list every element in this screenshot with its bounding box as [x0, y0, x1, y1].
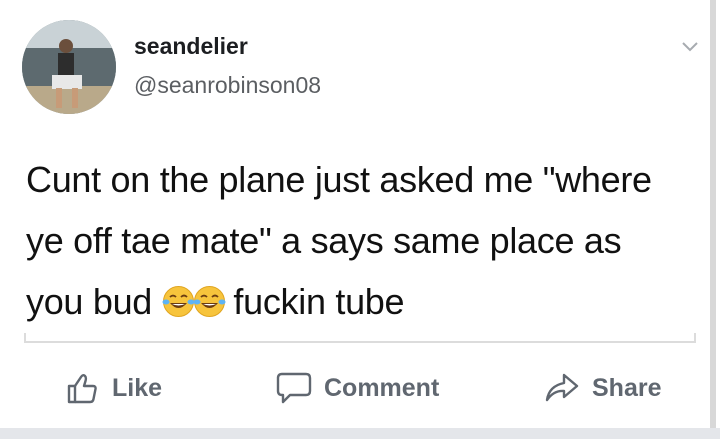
comment-button[interactable]: Comment	[276, 370, 439, 406]
chevron-down-icon[interactable]	[681, 40, 699, 54]
like-button[interactable]: Like	[66, 370, 162, 406]
avatar[interactable]	[22, 20, 116, 114]
divider	[24, 333, 696, 343]
post-text-line-3-start: you bud	[26, 281, 162, 322]
thumbs-up-icon	[67, 374, 97, 404]
footer-separator	[0, 428, 720, 439]
share-arrow-icon	[545, 373, 579, 402]
username[interactable]: seandelier	[134, 33, 248, 60]
face-with-tears-of-joy-icon	[193, 286, 226, 317]
post-text-line-2: ye off tae mate" a says same place as	[26, 220, 622, 261]
like-label: Like	[112, 373, 163, 402]
comment-label: Comment	[324, 373, 440, 402]
share-button[interactable]: Share	[544, 370, 661, 406]
share-label: Share	[592, 373, 662, 402]
user-handle[interactable]: @seanrobinson08	[134, 72, 321, 99]
post-text: Cunt on the plane just asked me "where ye…	[26, 149, 706, 332]
face-with-tears-of-joy-icon	[162, 286, 195, 317]
post-text-line-1: Cunt on the plane just asked me "where	[26, 159, 652, 200]
post-text-line-3-end: fuckin tube	[223, 281, 405, 322]
comment-icon	[276, 372, 312, 404]
scrollbar[interactable]	[710, 0, 716, 439]
